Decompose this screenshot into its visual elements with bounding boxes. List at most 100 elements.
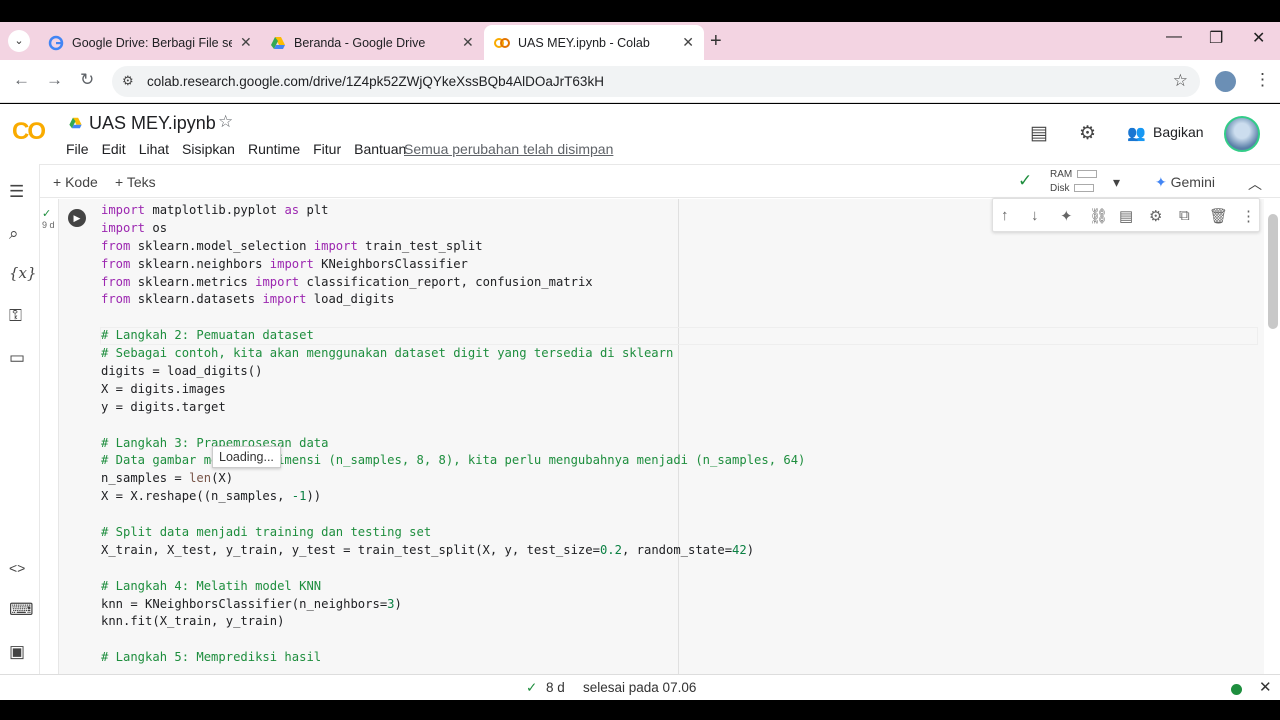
code-token: # Langkah 5: Memprediksi hasil — [101, 650, 322, 665]
code-snippets-icon[interactable]: <> — [9, 560, 25, 576]
code-line: # Langkah 2: Pemuatan dataset — [101, 327, 805, 345]
link-icon[interactable]: ⛓ — [1089, 207, 1108, 225]
ram-label: RAM — [1050, 169, 1073, 180]
drive-icon[interactable] — [68, 116, 83, 130]
menu-runtime[interactable]: Runtime — [248, 141, 300, 157]
code-token: y = digits.target — [101, 399, 226, 414]
code-line: n_samples = len(X) — [101, 470, 805, 488]
menu-tools[interactable]: Fitur — [313, 141, 341, 157]
close-tab-icon[interactable]: ✕ — [462, 34, 474, 51]
code-line: import matplotlib.pyplot as plt — [101, 202, 805, 220]
move-up-icon[interactable]: ↑ — [1001, 207, 1009, 224]
close-window-icon[interactable]: ✕ — [1252, 28, 1265, 48]
code-token: from — [101, 238, 131, 253]
reload-icon[interactable]: ↻ — [80, 70, 94, 90]
add-code-button[interactable]: + Kode — [53, 174, 98, 190]
colab-logo[interactable]: CO — [12, 118, 46, 146]
tab-search-icon[interactable]: ⌄ — [8, 30, 30, 52]
add-text-button[interactable]: + Teks — [115, 174, 156, 190]
delete-icon[interactable]: 🗑 — [1209, 207, 1228, 225]
connection-status-dot[interactable] — [1231, 684, 1242, 695]
command-palette-icon[interactable]: ⌨ — [9, 600, 34, 620]
restore-icon[interactable]: ❐ — [1209, 28, 1223, 48]
new-tab-icon[interactable]: + — [710, 30, 722, 53]
code-token: # Split data menjadi training dan testin… — [101, 525, 432, 540]
code-token: X_train, X_test, y_train, y_test = train… — [101, 542, 600, 557]
close-tab-icon[interactable]: ✕ — [240, 34, 252, 51]
browser-menu-icon[interactable]: ⋮ — [1254, 70, 1271, 90]
menu-help[interactable]: Bantuan — [354, 141, 406, 157]
status-check-icon: ✓ — [526, 680, 538, 695]
code-token: digits = load_digits() — [101, 364, 263, 379]
tab-colab[interactable]: UAS MEY.ipynb - Colab ✕ — [484, 25, 704, 60]
code-token: # Langkah 4: Melatih model KNN — [101, 578, 322, 593]
code-token: load_digits — [306, 292, 395, 307]
notebook-title[interactable]: UAS MEY.ipynb — [89, 113, 216, 134]
gemini-button[interactable]: ✦ Gemini — [1155, 174, 1215, 191]
mirror-cell-icon[interactable]: ⧉ — [1179, 207, 1190, 224]
code-line: # Data gambar memiliki dimensi (n_sample… — [101, 452, 805, 470]
sparkle-icon: ✦ — [1155, 174, 1167, 190]
menu-edit[interactable]: Edit — [102, 141, 126, 157]
back-icon[interactable]: ← — [13, 70, 30, 90]
run-cell-button[interactable]: ▶ — [68, 209, 86, 227]
gear-icon[interactable]: ⚙ — [1149, 207, 1162, 225]
variables-icon[interactable]: {x} — [9, 264, 37, 282]
code-line: digits = load_digits() — [101, 363, 805, 381]
more-options-icon[interactable]: ⋮ — [1241, 207, 1256, 225]
terminal-icon[interactable]: ▣ — [9, 642, 25, 662]
sparkle-icon[interactable]: ✦ — [1060, 207, 1073, 225]
folder-icon[interactable]: ▭ — [9, 348, 25, 368]
avatar[interactable] — [1224, 116, 1260, 152]
code-token: X = digits.images — [101, 381, 226, 396]
code-token: import — [101, 220, 146, 235]
chevron-down-icon[interactable]: ▾ — [1113, 174, 1120, 191]
site-info-icon[interactable]: ⚙ — [122, 73, 134, 89]
address-bar[interactable]: ⚙ colab.research.google.com/drive/1Z4pk5… — [112, 66, 1200, 97]
tab-title: UAS MEY.ipynb - Colab — [518, 35, 650, 50]
code-token: os — [145, 220, 168, 235]
move-down-icon[interactable]: ↓ — [1031, 207, 1039, 224]
scrollbar[interactable] — [1268, 214, 1278, 329]
collapse-icon[interactable]: ︿ — [1248, 174, 1262, 194]
star-icon[interactable]: ☆ — [218, 112, 233, 132]
minimize-icon[interactable]: — — [1166, 28, 1182, 46]
code-line: from sklearn.metrics import classificati… — [101, 274, 805, 292]
code-token: matplotlib.pyplot — [145, 203, 285, 217]
code-token: import — [255, 274, 300, 289]
save-status[interactable]: Semua perubahan telah disimpan — [404, 141, 613, 157]
code-token: import — [269, 256, 314, 271]
comment-icon[interactable]: ▤ — [1030, 122, 1048, 145]
bookmark-star-icon[interactable]: ☆ — [1173, 71, 1188, 91]
tab-drive-home[interactable]: Beranda - Google Drive ✕ — [260, 25, 484, 60]
menu-view[interactable]: Lihat — [139, 141, 169, 157]
connected-check-icon[interactable]: ✓ — [1018, 171, 1032, 191]
code-line: # Sebagai contoh, kita akan menggunakan … — [101, 345, 805, 363]
resource-monitor[interactable]: RAM Disk — [1050, 168, 1098, 196]
screen: ⌄ Google Drive: Berbagi File secara ✕ Be… — [0, 0, 1280, 720]
comment-icon[interactable]: ▤ — [1119, 207, 1133, 225]
browser-tab-strip: ⌄ Google Drive: Berbagi File secara ✕ Be… — [0, 22, 1280, 60]
code-line: from sklearn.datasets import load_digits — [101, 291, 805, 309]
browser-profile-avatar[interactable] — [1215, 71, 1236, 92]
code-editor[interactable]: import matplotlib.pyplot as plt import os… — [101, 202, 805, 667]
search-icon[interactable]: ⌕ — [9, 224, 19, 244]
code-token: (X) — [211, 471, 234, 486]
gear-icon[interactable]: ⚙ — [1079, 122, 1096, 145]
share-button[interactable]: Bagikan — [1153, 124, 1204, 140]
code-line: # Langkah 3: Prapemrosesan data — [101, 435, 805, 453]
toc-icon[interactable]: ☰ — [9, 182, 24, 202]
code-token: import — [101, 203, 146, 217]
disk-bar — [1074, 184, 1095, 193]
menu-file[interactable]: File — [66, 141, 89, 157]
code-token: KNeighborsClassifier — [313, 256, 468, 271]
forward-icon[interactable]: → — [46, 70, 63, 90]
close-tab-icon[interactable]: ✕ — [682, 34, 694, 51]
menu-insert[interactable]: Sisipkan — [182, 141, 235, 157]
colab-icon — [494, 37, 510, 48]
close-status-icon[interactable]: ✕ — [1259, 678, 1272, 696]
tab-google-drive-share[interactable]: Google Drive: Berbagi File secara ✕ — [38, 25, 262, 60]
key-icon[interactable]: ⚿ — [9, 306, 22, 326]
